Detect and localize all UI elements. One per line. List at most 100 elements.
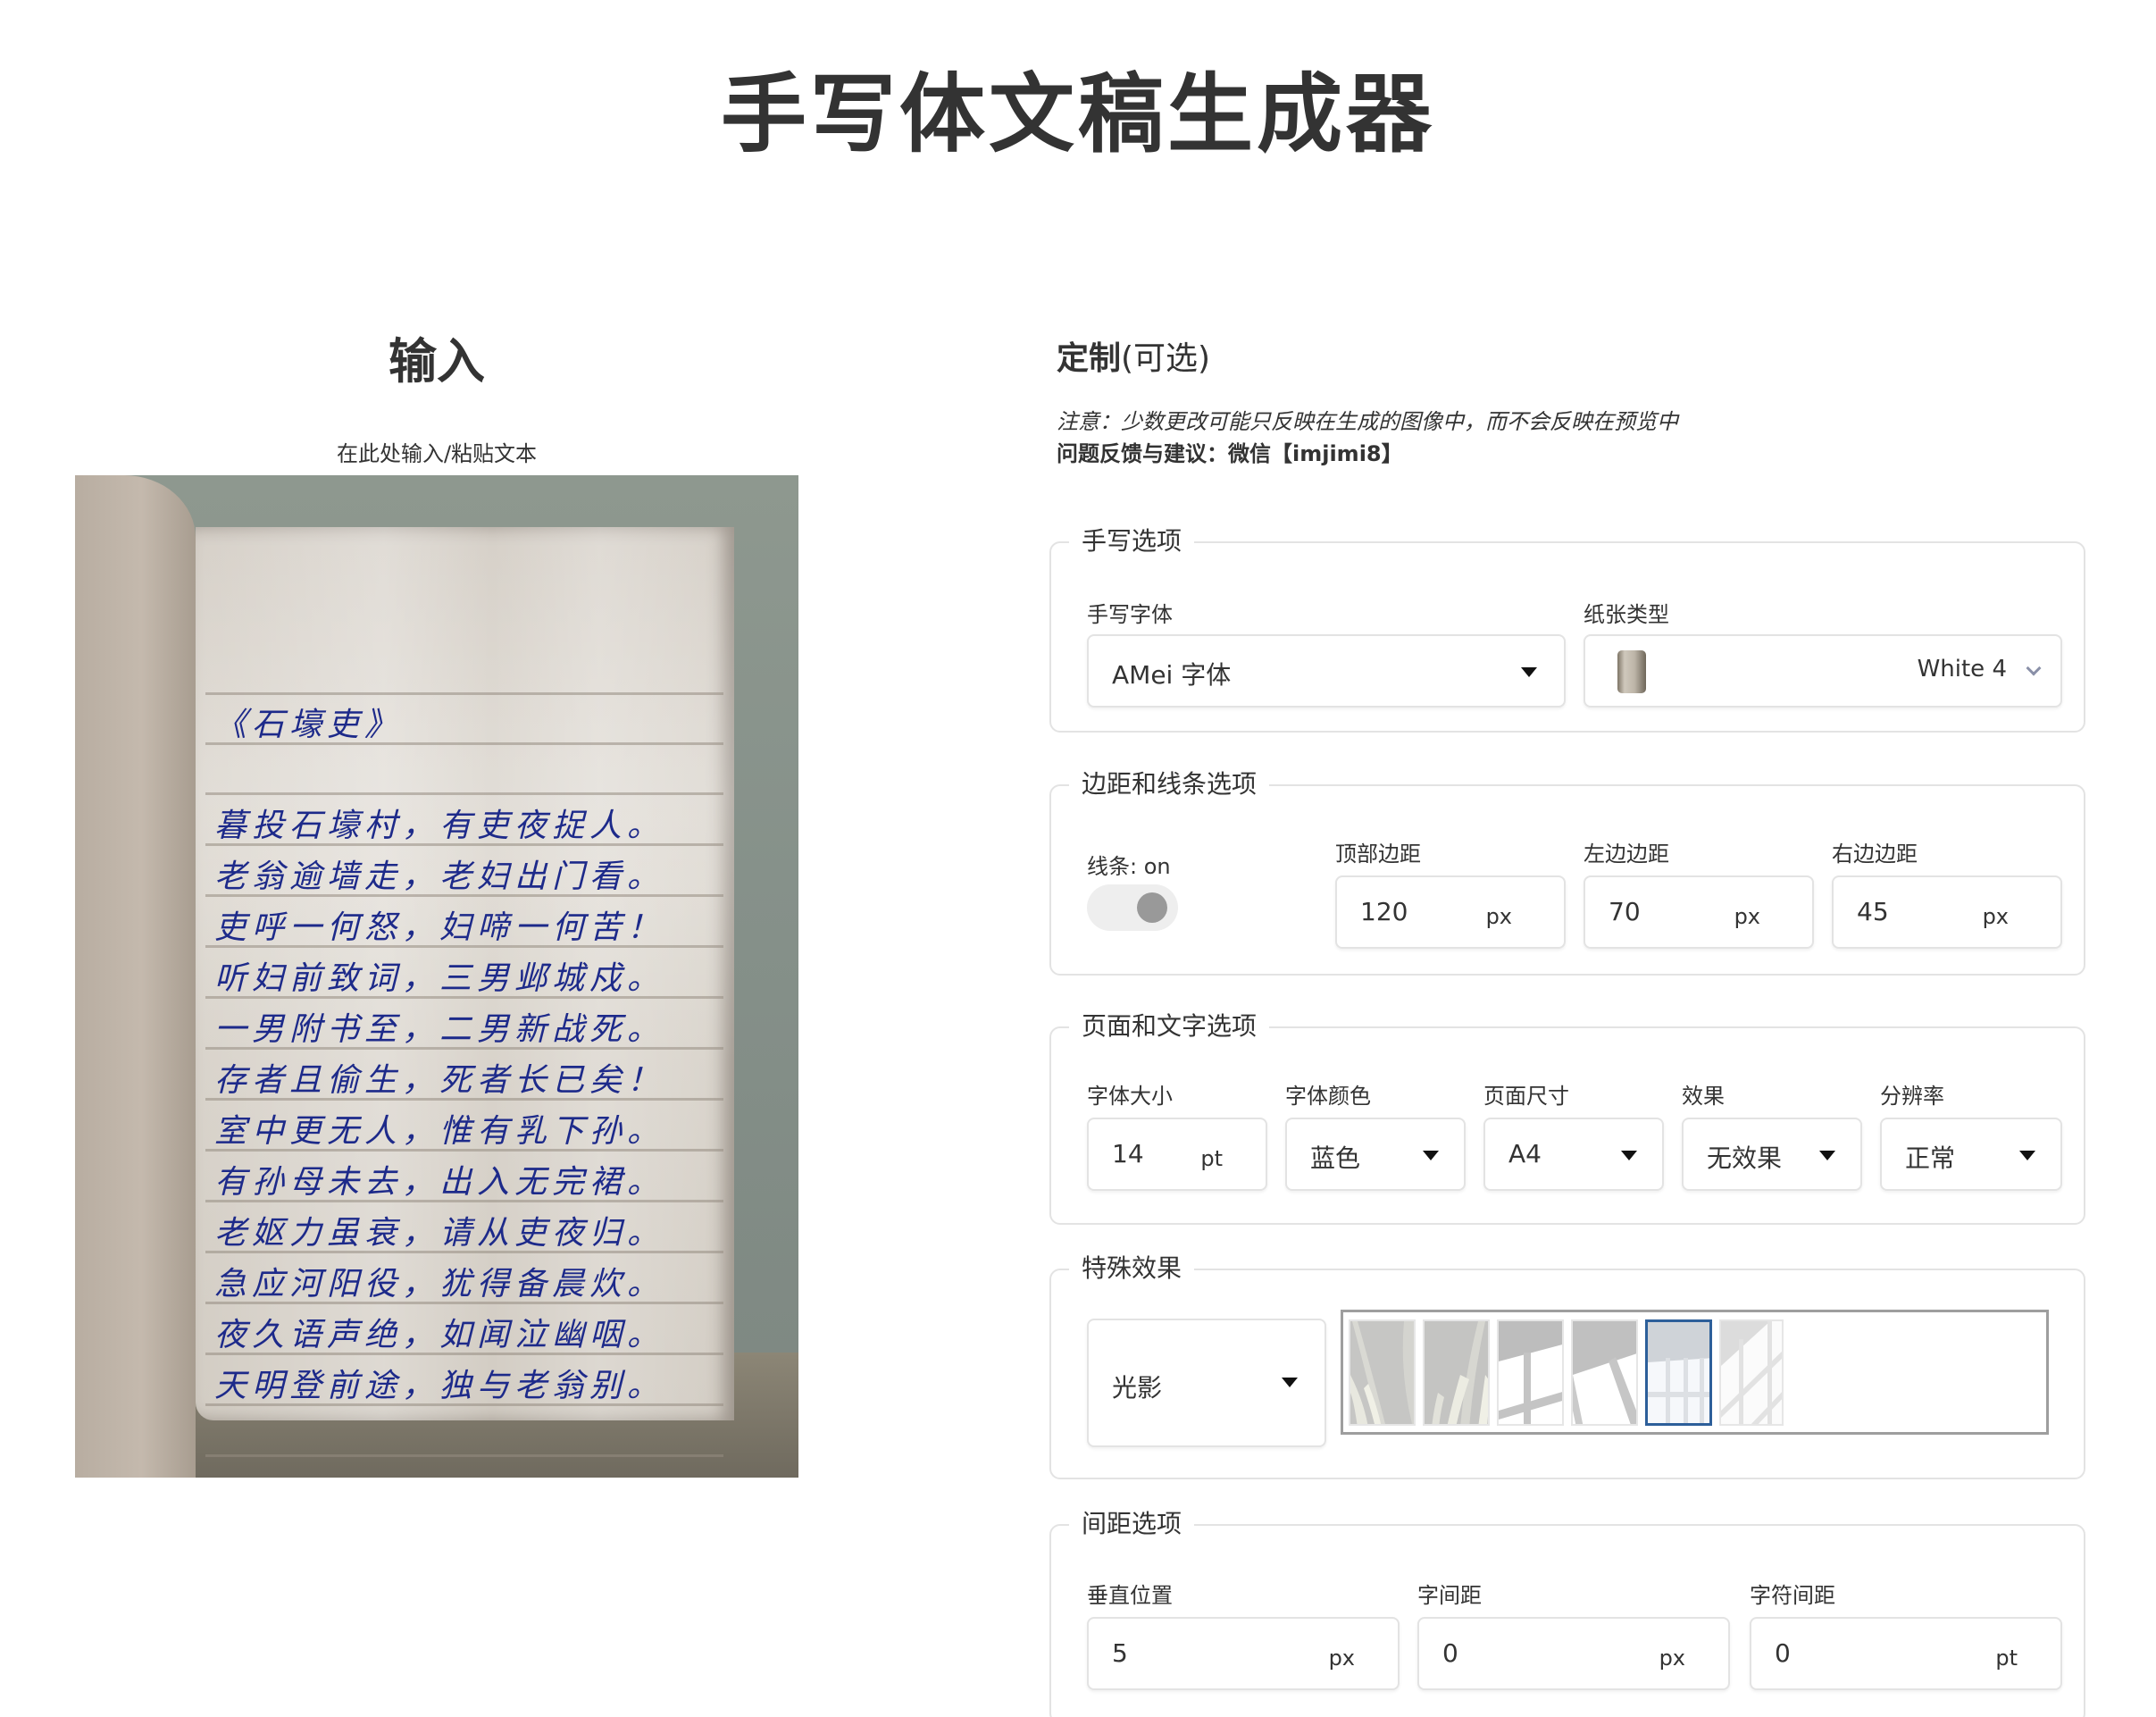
caret-down-icon (2019, 1151, 2035, 1160)
caret-down-icon (1282, 1378, 1298, 1387)
customize-heading-bold: 定制 (1057, 340, 1122, 377)
feedback-contact: 问题反馈与建议：微信【imjimi8】 (1057, 441, 1403, 466)
preview-text-line: 听妇前致词，三男邺城戍。 (214, 960, 665, 997)
effect-select[interactable]: 无效果 (1682, 1118, 1862, 1191)
input-hint: 在此处输入/粘贴文本 (336, 441, 538, 466)
vertical-position-input[interactable]: 5 px (1087, 1617, 1400, 1690)
effect-thumbnail-diagonal-grid-shadow[interactable] (1719, 1319, 1784, 1426)
page-size-value: A4 (1508, 1139, 1542, 1168)
right-margin-value: 45 (1857, 897, 1889, 926)
preview-note: 注意：少数更改可能只反映在生成的图像中，而不会反映在预览中 (1057, 409, 1678, 434)
char-spacing-label: 字符间距 (1750, 1583, 1835, 1608)
ruled-line (205, 692, 723, 695)
preview-left-page (75, 475, 196, 1478)
font-label: 手写字体 (1087, 602, 1173, 627)
preview-text-line: 吏呼一何怒，妇啼一何苦！ (214, 909, 665, 946)
lines-toggle-knob[interactable] (1137, 892, 1167, 923)
spacing-options-legend: 间距选项 (1069, 1508, 1195, 1540)
special-effects-legend: 特殊效果 (1069, 1252, 1195, 1285)
left-margin-label: 左边边距 (1584, 842, 1669, 867)
customize-heading: 定制(可选) (1057, 332, 1210, 379)
preview-text-line: 一男附书至，二男新战死。 (214, 1011, 665, 1048)
font-select-value: AMei 字体 (1112, 660, 1232, 690)
input-heading: 输入 (389, 333, 485, 389)
right-margin-label: 右边边距 (1832, 842, 1918, 867)
ruled-line (205, 792, 723, 795)
vertical-position-value: 5 (1112, 1638, 1128, 1668)
margin-line-options-legend: 边距和线条选项 (1069, 768, 1270, 800)
caret-down-icon (1819, 1151, 1835, 1160)
top-margin-input[interactable]: 120 px (1335, 875, 1566, 949)
caret-down-icon (1423, 1151, 1439, 1160)
chevron-down-icon (2026, 660, 2042, 676)
effect-thumbnail-strip (1341, 1310, 2049, 1435)
left-margin-unit: px (1734, 904, 1760, 929)
word-spacing-input[interactable]: 0 px (1417, 1617, 1730, 1690)
top-margin-value: 120 (1360, 897, 1408, 926)
caret-down-icon (1521, 667, 1537, 677)
lines-toggle[interactable] (1087, 884, 1178, 931)
resolution-value: 正常 (1905, 1143, 1956, 1173)
char-spacing-unit: pt (1995, 1646, 2018, 1671)
caret-down-icon (1621, 1151, 1637, 1160)
paper-select-value: White 4 (1917, 656, 2007, 683)
effect-thumbnail-window-grid-shadow[interactable] (1645, 1319, 1712, 1426)
font-color-value: 蓝色 (1310, 1143, 1361, 1173)
page-text-options: 页面和文字选项 字体大小 14 pt 字体颜色 蓝色 页面尺寸 A4 效果 无效… (1049, 1010, 2085, 1225)
preview-text-line: 室中更无人，惟有乳下孙。 (214, 1113, 665, 1150)
effect-thumbnail-window-shadow-2[interactable] (1571, 1319, 1638, 1426)
font-color-select[interactable]: 蓝色 (1285, 1118, 1466, 1191)
paper-select[interactable]: White 4 (1584, 634, 2062, 708)
preview-text-line: 存者且偷生，死者长已矣！ (214, 1062, 665, 1099)
special-effect-value: 光影 (1112, 1373, 1163, 1403)
page-size-label: 页面尺寸 (1483, 1084, 1569, 1109)
resolution-label: 分辨率 (1880, 1084, 1944, 1109)
font-size-unit: pt (1200, 1146, 1223, 1171)
effect-thumbnail-curtain-light-1[interactable] (1349, 1319, 1416, 1426)
right-margin-unit: px (1982, 904, 2009, 929)
special-effect-select[interactable]: 光影 (1087, 1319, 1326, 1447)
top-margin-label: 顶部边距 (1335, 842, 1421, 867)
font-color-label: 字体颜色 (1285, 1084, 1371, 1109)
page-title: 手写体文稿生成器 (721, 64, 1435, 164)
page-text-options-legend: 页面和文字选项 (1069, 1010, 1270, 1043)
handwriting-preview[interactable]: 《石壕吏》暮投石壕村，有吏夜捉人。 老翁逾墙走，老妇出门看。 吏呼一何怒，妇啼一何苦… (75, 475, 798, 1478)
vertical-position-unit: px (1328, 1646, 1355, 1671)
char-spacing-value: 0 (1775, 1638, 1791, 1668)
preview-text-line: 有孙母未去，出入无完裙。 (214, 1164, 665, 1201)
preview-text-line: 暮投石壕村，有吏夜捉人。 (214, 808, 665, 844)
word-spacing-unit: px (1659, 1646, 1685, 1671)
lines-label: 线条: on (1087, 854, 1171, 879)
right-margin-input[interactable]: 45 px (1832, 875, 2062, 949)
font-size-input[interactable]: 14 pt (1087, 1118, 1267, 1191)
word-spacing-value: 0 (1442, 1638, 1458, 1668)
effect-value: 无效果 (1707, 1143, 1783, 1173)
paper-swatch-icon (1617, 650, 1646, 693)
preview-text-line: 天明登前途，独与老翁别。 (214, 1368, 665, 1404)
preview-text-line: 老翁逾墙走，老妇出门看。 (214, 858, 665, 895)
vertical-position-label: 垂直位置 (1087, 1583, 1173, 1608)
word-spacing-label: 字间距 (1417, 1583, 1482, 1608)
preview-text-line: 夜久语声绝，如闻泣幽咽。 (214, 1317, 665, 1353)
left-margin-value: 70 (1609, 897, 1641, 926)
handwriting-options: 手写选项 手写字体 AMei 字体 纸张类型 White 4 (1049, 525, 2085, 733)
effect-label: 效果 (1682, 1084, 1725, 1109)
ruled-line (205, 1454, 723, 1457)
font-select[interactable]: AMei 字体 (1087, 634, 1566, 708)
page-size-select[interactable]: A4 (1483, 1118, 1664, 1191)
preview-text-line: 老妪力虽衰，请从吏夜归。 (214, 1215, 665, 1252)
effect-thumbnail-curtain-light-2[interactable] (1423, 1319, 1490, 1426)
char-spacing-input[interactable]: 0 pt (1750, 1617, 2062, 1690)
top-margin-unit: px (1485, 904, 1512, 929)
font-size-label: 字体大小 (1087, 1084, 1173, 1109)
paper-label: 纸张类型 (1584, 602, 1669, 627)
resolution-select[interactable]: 正常 (1880, 1118, 2062, 1191)
effect-thumbnail-window-shadow-1[interactable] (1497, 1319, 1564, 1426)
left-margin-input[interactable]: 70 px (1584, 875, 1814, 949)
customize-heading-optional: (可选) (1121, 340, 1211, 377)
preview-title-line: 《石壕吏》 (214, 707, 403, 743)
font-size-value: 14 (1112, 1139, 1144, 1168)
margin-line-options: 边距和线条选项 线条: on 顶部边距 120 px 左边边距 70 px 右边… (1049, 768, 2085, 976)
handwriting-options-legend: 手写选项 (1069, 525, 1195, 557)
spacing-options: 间距选项 垂直位置 5 px 字间距 0 px 字符间距 0 pt (1049, 1508, 2085, 1717)
